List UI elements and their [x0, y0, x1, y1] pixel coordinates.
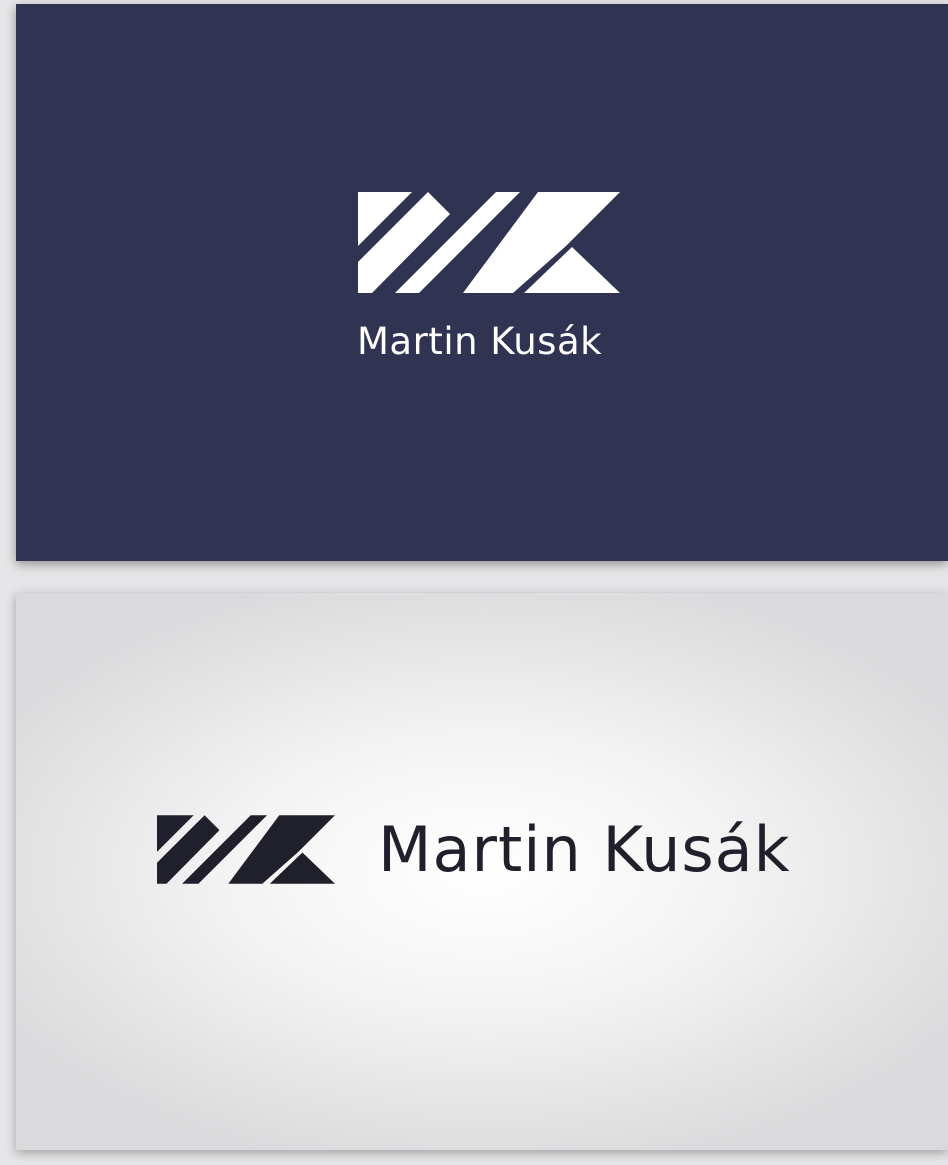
dark-business-card: Martin Kusák — [16, 4, 948, 561]
brand-name-wordmark: Martin Kusák — [378, 813, 791, 886]
light-business-card: Martin Kusák — [16, 593, 948, 1150]
brand-name: Martin Kusák — [357, 320, 603, 363]
monogram-shape — [358, 192, 620, 293]
monogram-shape — [157, 815, 335, 884]
mk-monogram-icon — [157, 815, 335, 884]
mk-monogram-icon — [358, 192, 620, 293]
